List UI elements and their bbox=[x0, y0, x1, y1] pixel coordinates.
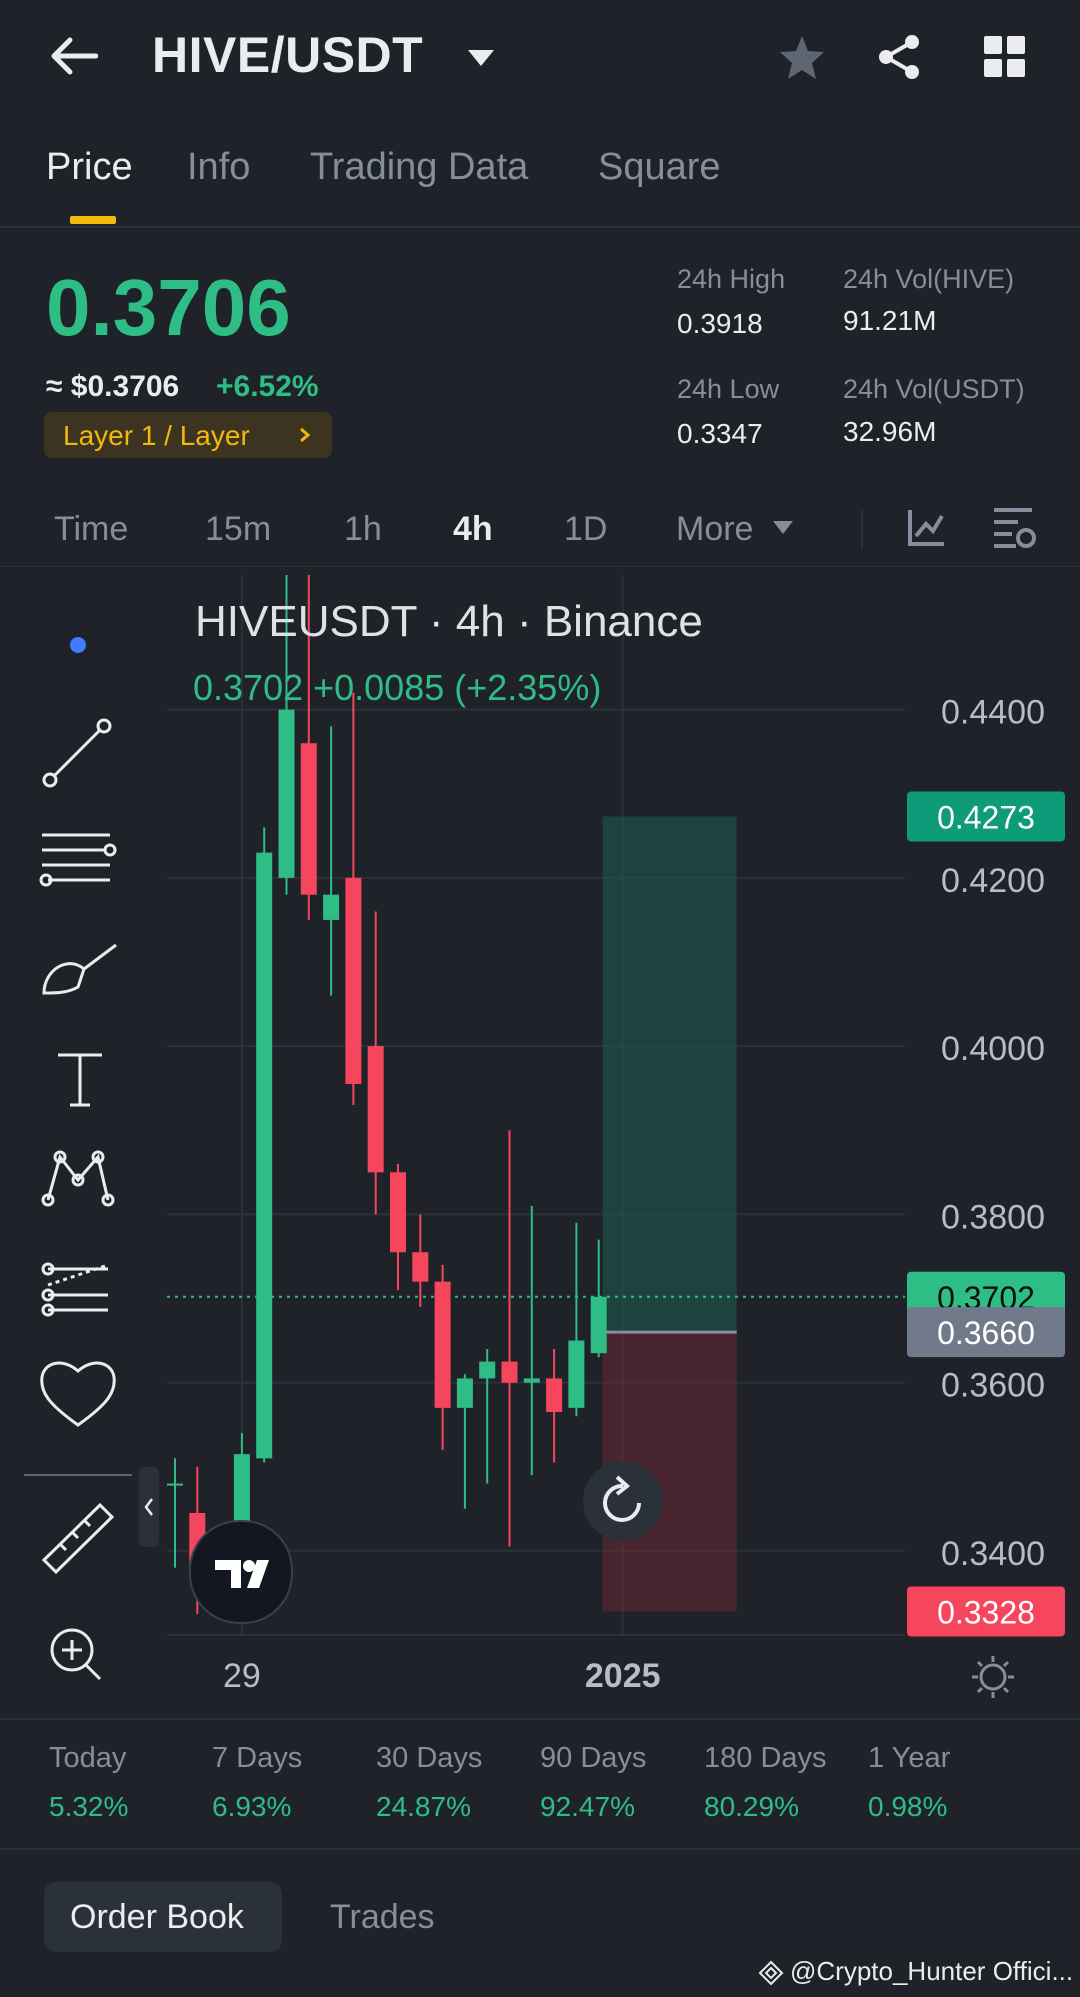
tradingview-logo bbox=[189, 1520, 293, 1624]
zoom-in-icon[interactable] bbox=[50, 1628, 102, 1681]
price-usd: ≈ $0.3706 bbox=[46, 370, 180, 403]
chart-title: HIVEUSDT · 4h · Binance bbox=[195, 597, 703, 646]
forecast-lines-icon[interactable] bbox=[41, 1262, 109, 1317]
price-change: +6.52% bbox=[216, 370, 319, 403]
candle-body bbox=[167, 1483, 183, 1486]
vol-quote-value: 32.96M bbox=[843, 416, 937, 447]
candle-body bbox=[523, 1378, 540, 1383]
vol-base-label: 24h Vol(HIVE) bbox=[843, 264, 1015, 294]
more-dropdown-icon[interactable] bbox=[772, 520, 794, 536]
refresh-icon bbox=[603, 1475, 641, 1522]
y-tick-label: 0.3400 bbox=[941, 1535, 1045, 1573]
candle-body bbox=[590, 1296, 607, 1354]
collapse-toolbar-handle[interactable] bbox=[139, 1467, 159, 1547]
ruler-icon[interactable] bbox=[41, 1502, 115, 1575]
pair-dropdown-icon[interactable] bbox=[466, 48, 496, 68]
tab-trading-data[interactable]: Trading Data bbox=[310, 146, 528, 189]
y-tick-label: 0.4200 bbox=[941, 862, 1045, 900]
candle-body bbox=[546, 1378, 563, 1413]
share-icon[interactable] bbox=[876, 34, 922, 80]
price-tag-label: 0.3660 bbox=[937, 1315, 1035, 1351]
interval-divider bbox=[861, 510, 863, 550]
price-tag-label: 0.3328 bbox=[937, 1594, 1035, 1630]
x-tick-label: 2025 bbox=[585, 1657, 661, 1695]
perf-today: Today 5.32% bbox=[49, 1742, 129, 1822]
favorites-heart-icon[interactable] bbox=[40, 1361, 116, 1427]
binance-logo-icon bbox=[758, 1960, 784, 1986]
interval-time[interactable]: Time bbox=[54, 510, 128, 549]
interval-15m[interactable]: 15m bbox=[205, 510, 271, 549]
chart-settings-icon[interactable] bbox=[990, 506, 1038, 550]
tab-square[interactable]: Square bbox=[598, 146, 721, 189]
perf-1y: 1 Year 0.98% bbox=[868, 1742, 951, 1822]
low-label: 24h Low bbox=[677, 374, 780, 404]
vol-base-value: 91.21M bbox=[843, 305, 937, 336]
active-tab-indicator bbox=[70, 216, 116, 224]
chevron-right-icon bbox=[300, 427, 311, 443]
pair-title[interactable]: HIVE/USDT bbox=[152, 26, 423, 84]
header-bar: HIVE/USDT bbox=[0, 0, 1080, 118]
candle-body bbox=[367, 1046, 384, 1173]
candle-body bbox=[345, 877, 362, 1084]
order-book-tab[interactable]: Order Book bbox=[44, 1882, 282, 1952]
pattern-icon[interactable] bbox=[41, 1150, 115, 1207]
candle-body bbox=[278, 709, 295, 878]
grid-menu-icon[interactable] bbox=[984, 36, 1026, 78]
main-tabs: Price Info Trading Data Square bbox=[0, 140, 1080, 228]
interval-1h[interactable]: 1h bbox=[344, 510, 382, 549]
brush-icon[interactable] bbox=[42, 943, 117, 995]
last-price: 0.3706 bbox=[46, 263, 291, 352]
back-arrow-icon[interactable] bbox=[48, 36, 98, 76]
candle-body bbox=[323, 894, 340, 920]
perf-90d: 90 Days 92.47% bbox=[540, 1742, 647, 1822]
chart-last-readout: 0.3702 +0.0085 (+2.35%) bbox=[193, 667, 602, 708]
trades-tab[interactable]: Trades bbox=[330, 1898, 435, 1937]
candle-body bbox=[300, 743, 317, 895]
candle-body bbox=[390, 1172, 406, 1253]
star-icon[interactable] bbox=[778, 34, 826, 80]
candle-body bbox=[479, 1361, 496, 1379]
y-tick-label: 0.4400 bbox=[941, 694, 1045, 732]
chart-svg[interactable]: 0.4400 0.4200 0.4000 0.3800 0.3600 0.3400 29 20… bbox=[155, 499, 1080, 1715]
high-label: 24h High bbox=[677, 264, 786, 294]
perf-7d: 7 Days 6.93% bbox=[212, 1742, 303, 1822]
drawing-toolbar bbox=[0, 575, 155, 1715]
perf-30d: 30 Days 24.87% bbox=[376, 1742, 483, 1822]
price-chart[interactable]: 0.4400 0.4200 0.4000 0.3800 0.3600 0.3400 29 20… bbox=[139, 499, 1080, 1715]
candle-body bbox=[456, 1378, 473, 1408]
interval-4h[interactable]: 4h bbox=[453, 510, 493, 549]
take-profit-zone[interactable] bbox=[602, 816, 737, 1333]
perf-180d: 180 Days 80.29% bbox=[704, 1742, 827, 1822]
low-value: 0.3347 bbox=[677, 418, 763, 449]
category-tag-label: Layer 1 / Layer bbox=[63, 420, 250, 451]
interval-1d[interactable]: 1D bbox=[564, 510, 607, 549]
candle-body bbox=[412, 1252, 429, 1282]
price-tag-label: 0.4273 bbox=[937, 799, 1035, 835]
watermark: @Crypto_Hunter Offici... bbox=[790, 1956, 1074, 1986]
high-value: 0.3918 bbox=[677, 308, 763, 339]
y-tick-label: 0.3800 bbox=[941, 1198, 1045, 1236]
tab-info[interactable]: Info bbox=[187, 146, 250, 189]
reset-chart-button[interactable] bbox=[583, 1461, 663, 1541]
chart-theme-icon[interactable] bbox=[969, 1653, 1017, 1701]
y-tick-label: 0.4000 bbox=[941, 1030, 1045, 1068]
candle-body bbox=[501, 1361, 518, 1383]
tab-price[interactable]: Price bbox=[46, 146, 133, 189]
category-tag[interactable]: Layer 1 / Layer bbox=[44, 412, 332, 458]
fib-lines-icon[interactable] bbox=[39, 833, 117, 887]
vol-quote-label: 24h Vol(USDT) bbox=[843, 374, 1025, 404]
interval-bar: Time 15m 1h 4h 1D More bbox=[0, 496, 1080, 567]
indicator-icon[interactable] bbox=[906, 508, 946, 548]
candle-body bbox=[568, 1340, 585, 1408]
candle-body bbox=[256, 852, 273, 1459]
text-tool-icon[interactable] bbox=[58, 1053, 102, 1107]
performance-row: Today 5.32% 7 Days 6.93% 30 Days 24.87% 90 … bbox=[0, 1718, 1080, 1850]
status-dot-icon bbox=[70, 637, 86, 653]
x-tick-label: 29 bbox=[223, 1657, 261, 1695]
y-tick-label: 0.3600 bbox=[941, 1367, 1045, 1405]
trend-line-icon[interactable] bbox=[42, 718, 112, 788]
candle-body bbox=[434, 1281, 451, 1408]
interval-more[interactable]: More bbox=[676, 510, 753, 549]
